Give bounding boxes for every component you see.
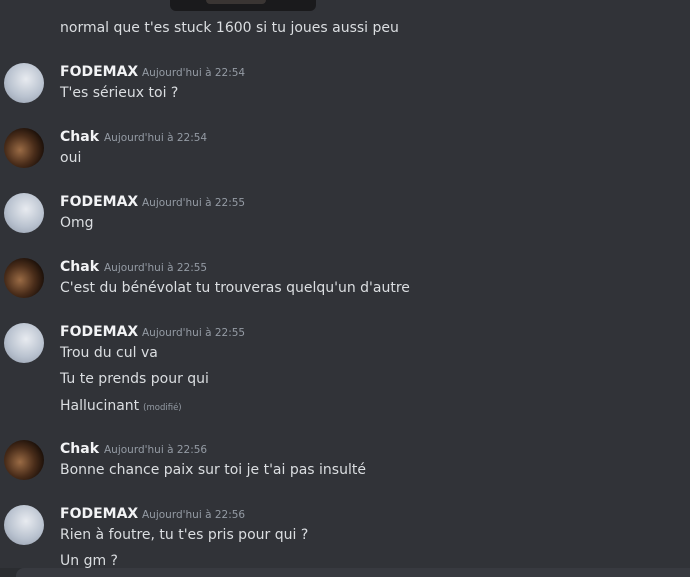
message-text: Omg <box>60 215 94 231</box>
timestamp: Aujourd'hui à 22:55 <box>142 197 246 209</box>
timestamp: Aujourd'hui à 22:56 <box>142 509 246 521</box>
timestamp: Aujourd'hui à 22:54 <box>142 67 246 79</box>
message-text: oui <box>60 150 82 166</box>
author-name[interactable]: Chak <box>60 128 99 146</box>
timestamp: Aujourd'hui à 22:55 <box>142 327 246 339</box>
author-name[interactable]: Chak <box>60 440 99 458</box>
message-text: normal que t'es stuck 1600 si tu joues a… <box>60 20 399 36</box>
message-text: Rien à foutre, tu t'es pris pour qui ? <box>60 527 309 543</box>
avatar[interactable] <box>4 505 44 545</box>
message-text: Hallucinant (modifié) <box>60 397 182 417</box>
message-text: Trou du cul va <box>60 345 158 361</box>
avatar[interactable] <box>4 440 44 480</box>
composer-area <box>0 568 690 577</box>
message-input[interactable] <box>16 568 690 577</box>
avatar[interactable] <box>4 63 44 103</box>
author-name[interactable]: FODEMAX <box>60 63 138 81</box>
message-text: Bonne chance paix sur toi je t'ai pas in… <box>60 462 366 478</box>
avatar[interactable] <box>4 323 44 363</box>
author-name[interactable]: Chak <box>60 258 99 276</box>
author-name[interactable]: FODEMAX <box>60 323 138 341</box>
avatar[interactable] <box>4 128 44 168</box>
author-name[interactable]: FODEMAX <box>60 505 138 523</box>
edited-label: (modifié) <box>143 403 182 413</box>
timestamp: Aujourd'hui à 22:56 <box>104 444 208 456</box>
message-text-content: Hallucinant <box>60 398 140 414</box>
avatar[interactable] <box>4 193 44 233</box>
timestamp: Aujourd'hui à 22:54 <box>104 132 208 144</box>
author-name[interactable]: FODEMAX <box>60 193 138 211</box>
timestamp: Aujourd'hui à 22:55 <box>104 262 208 274</box>
previous-message-image[interactable] <box>170 0 316 11</box>
message-text: Tu te prends pour qui <box>60 371 209 387</box>
message-text: C'est du bénévolat tu trouveras quelqu'u… <box>60 280 410 296</box>
message-text: T'es sérieux toi ? <box>60 85 179 101</box>
avatar[interactable] <box>4 258 44 298</box>
